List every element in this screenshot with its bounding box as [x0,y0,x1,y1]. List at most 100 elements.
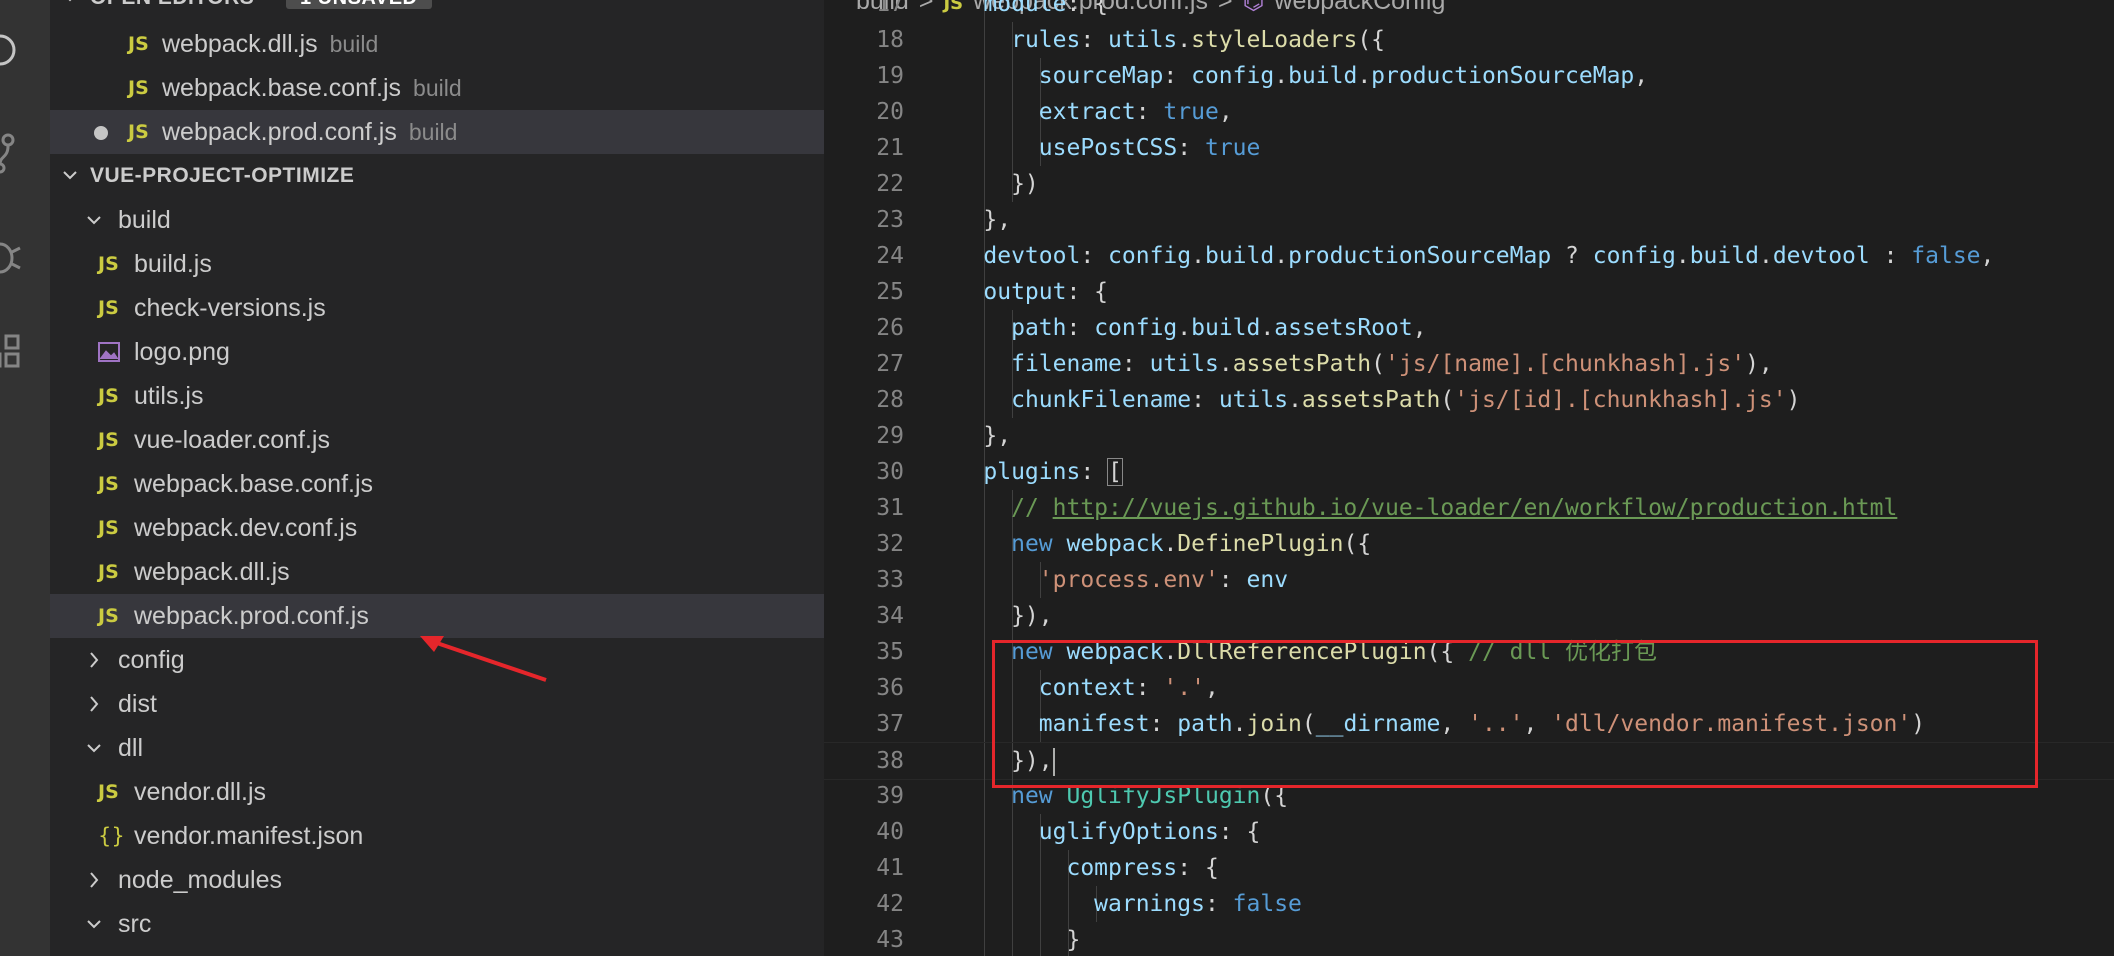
code-line[interactable]: 43 } [824,922,2114,956]
code-text: sourceMap: config.build.productionSource… [1038,63,1649,89]
line-number: 39 [876,783,904,809]
js-file-icon: JS [98,561,119,583]
code-line[interactable]: 25 output: { [824,274,2114,310]
tree-folder[interactable]: dist [50,682,824,726]
tree-file[interactable]: JS webpack.base.conf.js [50,462,824,506]
open-editor-item[interactable]: JS webpack.base.conf.js build [50,66,824,110]
line-number: 33 [876,567,904,593]
search-icon[interactable] [0,28,22,72]
js-file-icon: JS [128,33,149,55]
line-number: 32 [876,531,904,557]
code-text: filename: utils.assetsPath('js/[name].[c… [1011,351,1773,377]
tree-file[interactable]: JS check-versions.js [50,286,824,330]
chevron-down-icon [63,171,77,180]
tree-file[interactable]: JS webpack.dll.js [50,550,824,594]
line-number: 40 [876,819,904,845]
code-text: compress: { [1066,855,1219,881]
arrow-annotation [420,636,547,682]
source-control-icon[interactable] [0,130,22,174]
code-line[interactable]: 33 'process.env': env [824,562,2114,598]
highlight-box [992,640,2038,788]
tree-file[interactable]: {} vendor.manifest.json [50,814,824,858]
debug-icon[interactable] [0,234,22,278]
line-number: 27 [876,351,904,377]
tree-folder[interactable]: build [50,198,824,242]
code-line[interactable]: 26 path: config.build.assetsRoot, [824,310,2114,346]
tree-file-label: webpack.base.conf.js [134,470,374,498]
line-number: 19 [876,63,904,89]
extensions-icon[interactable] [0,332,22,376]
tree-folder-label: dist [118,690,157,718]
tree-file-label: webpack.dev.conf.js [134,514,358,542]
code-editor[interactable]: build > JS webpack.prod.conf.js > ⌬ webpackCon… [824,0,2114,956]
code-text: output: { [983,279,1109,305]
code-line[interactable]: 31 // http://vuejs.github.io/vue-loader/… [824,490,2114,526]
code-line[interactable]: 19 sourceMap: config.build.productionSou… [824,58,2114,94]
line-number: 29 [876,423,904,449]
js-file-icon: JS [98,517,119,539]
tree-file-label: webpack.prod.conf.js [134,602,369,630]
line-number: 22 [876,171,904,197]
tree-folder-label: build [118,206,171,234]
unsaved-badge: 1 UNSAVED [286,0,432,9]
code-line[interactable]: 22 }) [824,166,2114,202]
tree-folder[interactable]: node_modules [50,858,824,902]
code-text: }, [928,423,1012,449]
code-line[interactable]: 30 plugins: [ [824,454,2114,490]
code-line[interactable]: 24 devtool: config.build.productionSourc… [824,238,2114,274]
json-file-icon: {} [98,824,125,848]
tree-file[interactable]: JS webpack.dev.conf.js [50,506,824,550]
code-line[interactable]: 40 uglifyOptions: { [824,814,2114,850]
code-line[interactable]: 23 }, [824,202,2114,238]
code-line[interactable]: 32 new webpack.DefinePlugin({ [824,526,2114,562]
tree-folder-label: dll [118,734,144,762]
open-editor-item[interactable]: JS webpack.dll.js build [50,22,824,66]
tree-file[interactable]: JS vue-loader.conf.js [50,418,824,462]
code-text: // http://vuejs.github.io/vue-loader/en/… [1011,495,1898,521]
code-line[interactable]: 17 module: { [824,0,2114,22]
js-file-icon: JS [128,77,149,99]
tree-file[interactable]: JS utils.js [50,374,824,418]
open-editor-item[interactable]: JS webpack.prod.conf.js build [50,110,824,154]
project-title: VUE-PROJECT-OPTIMIZE [90,164,355,187]
tree-file[interactable]: JS build.js [50,242,824,286]
line-number: 34 [876,603,904,629]
code-line[interactable]: 20 extract: true, [824,94,2114,130]
code-line[interactable]: 41 compress: { [824,850,2114,886]
open-editors-header[interactable]: OPEN EDITORS 1 UNSAVED [50,0,824,18]
code-text: rules: utils.styleLoaders({ [1011,27,1386,53]
line-number: 23 [876,207,904,233]
code-line[interactable]: 18 rules: utils.styleLoaders({ [824,22,2114,58]
tree-folder-label: node_modules [118,866,283,894]
code-line[interactable]: 34 }), [824,598,2114,634]
tree-folder[interactable]: dll [50,726,824,770]
line-number: 37 [876,711,904,737]
code-text: module: { [983,0,1109,17]
activity-bar [0,0,50,956]
project-header[interactable]: VUE-PROJECT-OPTIMIZE [50,156,824,196]
chevron-right-icon [90,696,99,712]
unsaved-dot-icon[interactable] [94,126,108,140]
code-line[interactable]: 29 }, [824,418,2114,454]
code-text: usePostCSS: true [1038,135,1261,161]
code-line[interactable]: 28 chunkFilename: utils.assetsPath('js/[… [824,382,2114,418]
code-line[interactable]: 21 usePostCSS: true [824,130,2114,166]
tree-file[interactable]: logo.png [50,330,824,374]
tree-file[interactable]: JS vendor.dll.js [50,770,824,814]
line-number: 35 [876,639,904,665]
code-text: } [928,927,1081,953]
code-text: uglifyOptions: { [1038,819,1261,845]
chevron-right-icon [90,872,99,888]
code-text: path: config.build.assetsRoot, [1011,315,1427,341]
code-line[interactable]: 27 filename: utils.assetsPath('js/[name]… [824,346,2114,382]
line-number: 26 [876,315,904,341]
code-line[interactable]: 42 warnings: false [824,886,2114,922]
open-editor-name: webpack.prod.conf.js [162,118,397,146]
chevron-down-icon [68,0,72,2]
tree-file-label: build.js [134,250,212,278]
code-text: 'process.env': env [1038,567,1289,593]
code-text: }) [928,171,1039,197]
code-text: new webpack.DefinePlugin({ [1011,531,1372,557]
tree-folder[interactable]: src [50,902,824,946]
image-file-icon [98,330,120,378]
